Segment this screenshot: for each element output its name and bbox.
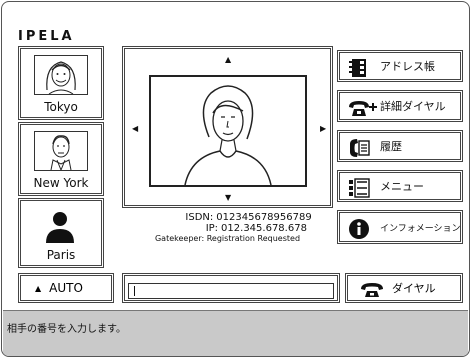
isdn-row: ISDN: 012345678956789 (122, 212, 333, 223)
pan-right-icon[interactable]: ▶ (320, 125, 326, 133)
contact-new-york-button[interactable]: New York (18, 122, 104, 196)
phone-plus-icon (348, 98, 378, 118)
pan-up-icon[interactable]: ▲ (225, 56, 231, 64)
isdn-number: 012345678956789 (216, 212, 312, 223)
number-input-box[interactable] (122, 273, 340, 303)
camera-preview[interactable]: ▲ ▼ ◀ ▶ (122, 46, 333, 208)
person-silhouette-icon (34, 209, 88, 249)
isdn-label: ISDN: (185, 212, 214, 223)
ipela-logo: IPELA (18, 29, 75, 44)
menu-label: メニュー (380, 180, 424, 193)
status-message: 相手の番号を入力します。 (7, 324, 126, 335)
contact-name: New York (33, 176, 89, 190)
pan-down-icon[interactable]: ▼ (225, 194, 231, 202)
contact-paris-button[interactable]: Paris (18, 198, 104, 268)
girl-portrait-icon (34, 55, 88, 95)
phone-icon (360, 282, 384, 302)
pan-left-icon[interactable]: ◀ (132, 125, 138, 133)
auto-mode-button[interactable]: ▲ AUTO (18, 273, 114, 303)
address-book-label: アドレス帳 (380, 60, 435, 73)
detail-dial-label: 詳細ダイヤル (380, 100, 446, 113)
history-icon (348, 138, 370, 158)
auto-text: AUTO (49, 281, 83, 295)
dial-label: ダイヤル (392, 282, 436, 295)
contact-tokyo-button[interactable]: Tokyo (18, 46, 104, 120)
address-book-icon (348, 58, 370, 78)
information-label: インフォメーション (380, 223, 461, 234)
menu-list-icon (348, 178, 370, 198)
contact-name: Tokyo (44, 100, 78, 114)
information-button[interactable]: インフォメーション (337, 210, 463, 244)
man-portrait-icon (34, 131, 88, 172)
dial-number-input[interactable] (128, 283, 334, 299)
ip-row: IP: 012.345.678.678 (122, 223, 333, 234)
gatekeeper-status: Registration Requested (206, 234, 301, 243)
gatekeeper-label: Gatekeeper: (154, 234, 205, 243)
connection-info: ISDN: 012345678956789 IP: 012.345.678.678 … (122, 212, 333, 244)
history-button[interactable]: 履歴 (337, 130, 463, 162)
ip-label: IP: (205, 223, 219, 234)
detail-dial-button[interactable]: 詳細ダイヤル (337, 90, 463, 122)
window-frame: IPELA Tokyo New York Paris ▲ ▼ ◀ ▶ ISDN:… (1, 1, 470, 357)
menu-button[interactable]: メニュー (337, 170, 463, 202)
contact-name: Paris (46, 248, 76, 262)
caret-up-icon: ▲ (35, 283, 42, 293)
info-icon (348, 218, 370, 239)
status-bar: 相手の番号を入力します。 (3, 310, 468, 356)
history-label: 履歴 (380, 140, 402, 153)
woman-portrait-icon (149, 75, 307, 187)
gatekeeper-row: Gatekeeper: Registration Requested (122, 234, 333, 244)
auto-mode-label: ▲ AUTO (35, 276, 83, 300)
dial-button[interactable]: ダイヤル (345, 273, 463, 303)
address-book-button[interactable]: アドレス帳 (337, 50, 463, 82)
ip-address: 012.345.678.678 (221, 223, 307, 234)
